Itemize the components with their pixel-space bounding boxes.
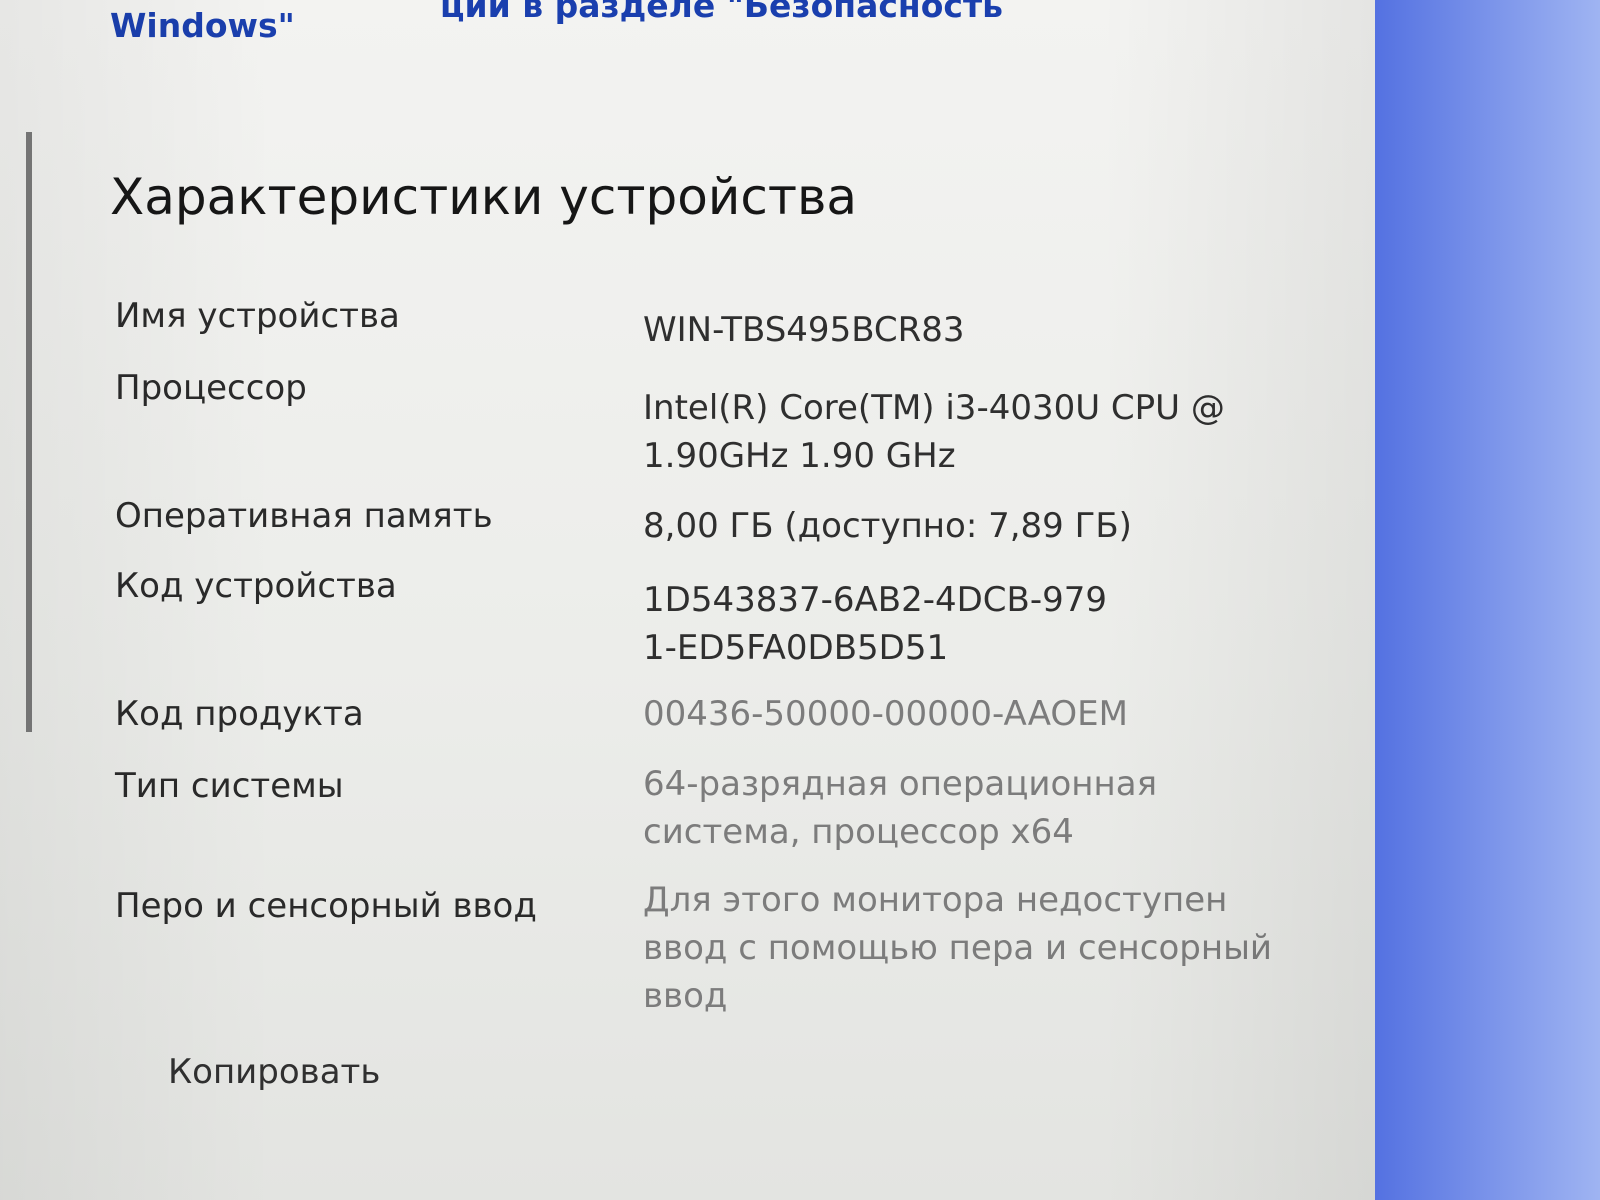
spec-value-processor: Intel(R) Core(TM) i3-4030U CPU @ 1.90GHz…	[643, 388, 1225, 476]
security-section-link[interactable]: ции в разделе "Безопасность	[440, 0, 1003, 25]
spec-label-device-id: Код устройства	[115, 566, 397, 606]
spec-label-system-type: Тип системы	[115, 766, 344, 806]
spec-value-system-type: 64-разрядная операционная система, проце…	[643, 764, 1158, 852]
spec-label-pen-touch: Перо и сенсорный ввод	[115, 886, 537, 926]
spec-label-device-name: Имя устройства	[115, 296, 400, 336]
spec-value-device-name: WIN-TBS495BCR83	[643, 310, 965, 350]
spec-value-pen-touch: Для этого монитора недоступен ввод с пом…	[643, 880, 1273, 1016]
copy-button[interactable]: Копировать	[148, 1048, 400, 1096]
spec-label-product-id: Код продукта	[115, 694, 364, 734]
spec-value-product-id: 00436-50000-00000-AAOEM	[643, 694, 1128, 734]
spec-value-ram: 8,00 ГБ (доступно: 7,89 ГБ)	[643, 506, 1132, 546]
windows-security-link-end[interactable]: Windows"	[110, 6, 295, 45]
spec-label-ram: Оперативная память	[115, 496, 493, 536]
spec-label-processor: Процессор	[115, 368, 307, 408]
nav-selection-indicator	[26, 132, 32, 732]
page-title: Характеристики устройства	[110, 168, 858, 226]
screen: Windows" ции в разделе "Безопасность Хар…	[0, 0, 1600, 1200]
spec-value-device-id: 1D543837-6AB2-4DCB-9791-ED5FA0DB5D51	[643, 580, 1108, 668]
settings-window: Windows" ции в разделе "Безопасность Хар…	[0, 0, 1375, 1200]
